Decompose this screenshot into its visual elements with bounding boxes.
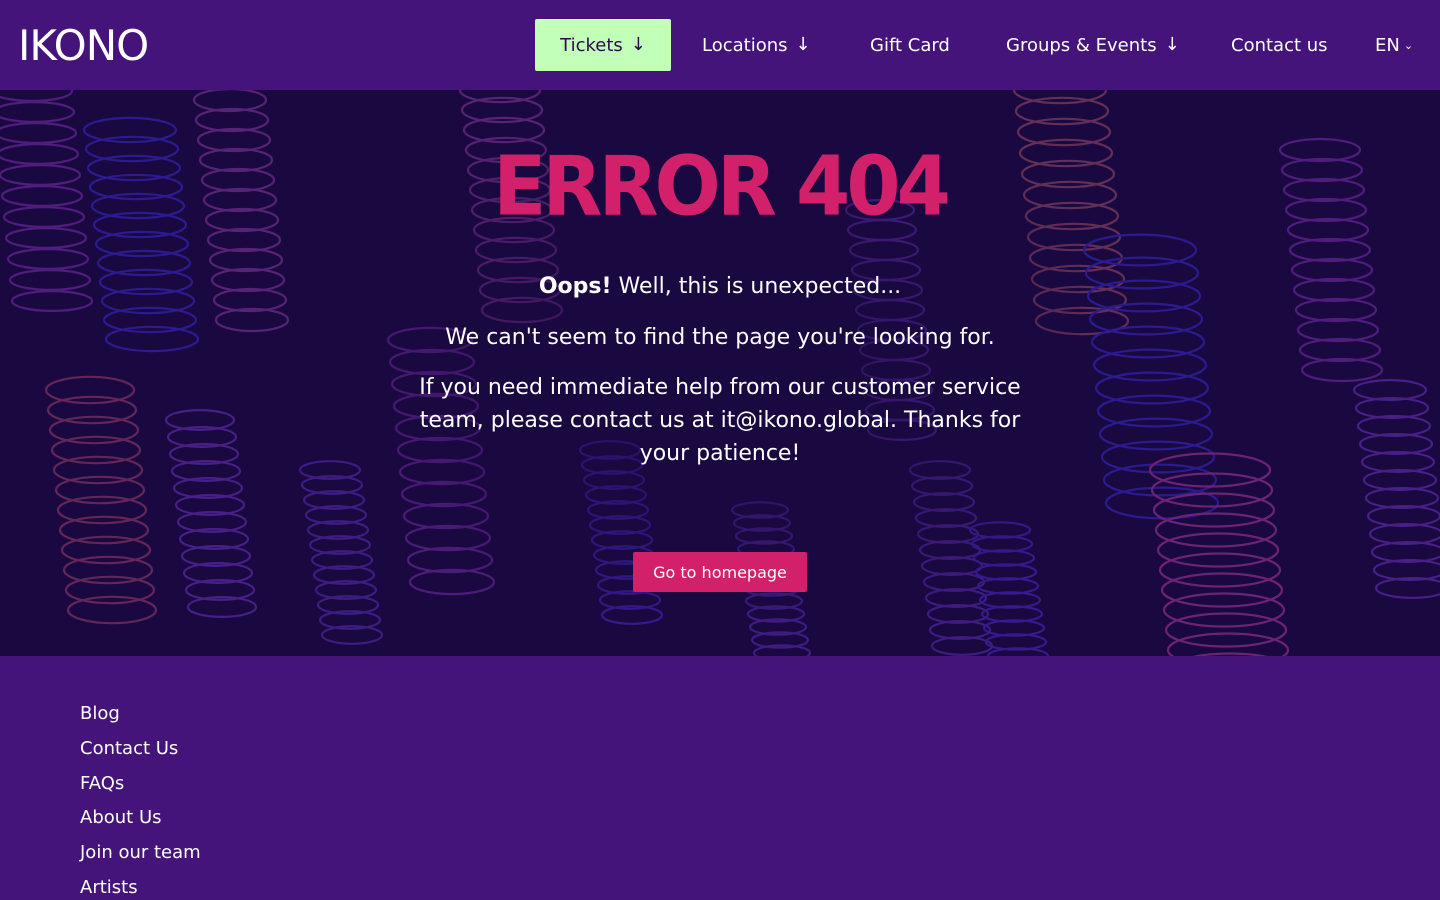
footer-link-join-our-team[interactable]: Join our team	[80, 839, 201, 874]
chevron-down-icon: ⌄	[1403, 38, 1414, 52]
arrow-down-icon: ↓	[630, 34, 646, 55]
error-subtitle: Oops! Well, this is unexpected...	[0, 274, 1440, 299]
nav-groups-events-label: Groups & Events	[1006, 34, 1157, 56]
error-title: ERROR 404	[493, 139, 951, 235]
help-message: If you need immediate help from our cust…	[419, 375, 1021, 466]
arrow-down-icon: ↓	[1164, 34, 1180, 55]
footer-link-artists[interactable]: Artists	[80, 874, 201, 900]
go-to-homepage-button[interactable]: Go to homepage	[633, 552, 807, 592]
nav-groups-events[interactable]: Groups & Events ↓	[1006, 19, 1180, 71]
footer-links: Blog Contact Us FAQs About Us Join our t…	[80, 700, 201, 900]
error-hero: ERROR 404 Oops! Well, this is unexpected…	[0, 90, 1440, 656]
footer-link-about-us[interactable]: About Us	[80, 804, 201, 839]
footer-link-contact-us[interactable]: Contact Us	[80, 735, 201, 770]
nav-tickets-label: Tickets	[560, 34, 623, 56]
nav-locations-label: Locations	[702, 34, 788, 56]
nav-tickets[interactable]: Tickets ↓	[535, 19, 671, 71]
nav-locations[interactable]: Locations ↓	[702, 19, 811, 71]
language-label: EN	[1375, 34, 1400, 56]
logo-text: IKONO	[18, 21, 149, 70]
nav-gift-card[interactable]: Gift Card	[870, 19, 950, 71]
language-selector[interactable]: EN ⌄	[1375, 19, 1413, 71]
site-header: IKONO Tickets ↓ Locations ↓ Gift Card Gr…	[0, 0, 1440, 90]
ikono-logo[interactable]: IKONO	[18, 24, 149, 68]
main-nav: Tickets ↓ Locations ↓ Gift Card Groups &…	[535, 19, 1440, 71]
site-footer: Blog Contact Us FAQs About Us Join our t…	[0, 656, 1440, 900]
nav-contact-us[interactable]: Contact us	[1231, 19, 1328, 71]
nav-gift-card-label: Gift Card	[870, 34, 950, 56]
nav-contact-us-label: Contact us	[1231, 34, 1328, 56]
footer-link-faqs[interactable]: FAQs	[80, 770, 201, 805]
oops-text: Oops!	[538, 274, 612, 299]
error-content: ERROR 404 Oops! Well, this is unexpected…	[0, 90, 1440, 656]
arrow-down-icon: ↓	[795, 34, 811, 55]
footer-link-blog[interactable]: Blog	[80, 700, 201, 735]
unexpected-text: Well, this is unexpected...	[611, 274, 902, 299]
not-found-message: We can't seem to find the page you're lo…	[445, 325, 995, 350]
